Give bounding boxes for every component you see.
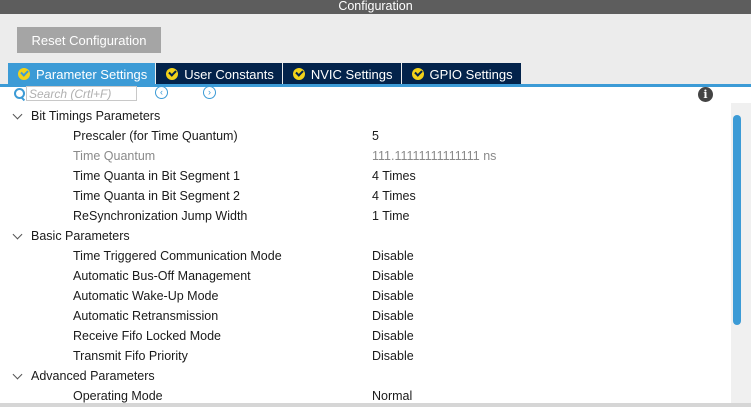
param-name: ReSynchronization Jump Width: [73, 209, 248, 223]
chevron-down-icon[interactable]: [12, 369, 23, 380]
param-row[interactable]: Automatic Bus-Off Management Disable: [0, 266, 730, 286]
param-row[interactable]: ReSynchronization Jump Width 1 Time: [0, 206, 730, 226]
tab-label: GPIO Settings: [429, 66, 513, 82]
bottom-border: [0, 403, 751, 407]
search-icon: [14, 88, 25, 99]
param-name: Automatic Retransmission: [73, 309, 219, 323]
search-row: ‹ ›: [0, 86, 751, 103]
group-title: Basic Parameters: [31, 229, 130, 243]
param-name: Automatic Wake-Up Mode: [73, 289, 219, 303]
parameter-tree: Bit Timings Parameters Prescaler (for Ti…: [0, 106, 730, 407]
param-name: Prescaler (for Time Quantum): [73, 129, 238, 143]
param-row[interactable]: Automatic Retransmission Disable: [0, 306, 730, 326]
info-icon[interactable]: i: [698, 87, 713, 102]
param-name: Time Quantum: [73, 149, 156, 163]
param-row[interactable]: Time Quanta in Bit Segment 1 4 Times: [0, 166, 730, 186]
param-value[interactable]: Disable: [372, 326, 414, 346]
param-value[interactable]: 5: [372, 126, 379, 146]
check-icon: [18, 68, 30, 80]
next-match-icon[interactable]: ›: [203, 86, 216, 99]
param-value[interactable]: Disable: [372, 306, 414, 326]
param-name: Time Quanta in Bit Segment 1: [73, 169, 240, 183]
param-row[interactable]: Time Triggered Communication Mode Disabl…: [0, 246, 730, 266]
tab-label: Parameter Settings: [36, 66, 148, 82]
tab-user-constants[interactable]: User Constants: [156, 63, 282, 85]
chevron-down-icon[interactable]: [12, 109, 23, 120]
param-name: Receive Fifo Locked Mode: [73, 329, 221, 343]
param-name: Time Triggered Communication Mode: [73, 249, 282, 263]
check-icon: [166, 68, 179, 80]
group-advanced[interactable]: Advanced Parameters: [0, 366, 730, 386]
scrollbar-thumb[interactable]: [733, 115, 741, 325]
group-basic[interactable]: Basic Parameters: [0, 226, 730, 246]
param-row[interactable]: Transmit Fifo Priority Disable: [0, 346, 730, 366]
tab-label: User Constants: [184, 66, 274, 82]
check-icon: [411, 68, 424, 80]
param-value[interactable]: Disable: [372, 266, 414, 286]
tab-label: NVIC Settings: [310, 66, 393, 82]
window-title: Configuration: [0, 0, 751, 14]
check-icon: [292, 68, 305, 80]
param-value[interactable]: Disable: [372, 246, 414, 266]
param-value[interactable]: 4 Times: [372, 186, 416, 206]
param-row[interactable]: Receive Fifo Locked Mode Disable: [0, 326, 730, 346]
param-value: 111.11111111111111 ns: [372, 149, 497, 163]
search-input[interactable]: [26, 86, 137, 101]
param-row: Time Quantum 111.11111111111111 ns: [0, 146, 730, 166]
tab-parameter-settings[interactable]: Parameter Settings: [8, 63, 156, 85]
previous-match-icon[interactable]: ‹: [155, 86, 168, 99]
chevron-down-icon[interactable]: [12, 229, 23, 240]
group-title: Bit Timings Parameters: [31, 109, 161, 123]
group-title: Advanced Parameters: [31, 369, 155, 383]
param-value[interactable]: 4 Times: [372, 166, 416, 186]
param-name: Transmit Fifo Priority: [73, 349, 188, 363]
tab-bar: Parameter Settings User Constants NVIC S…: [8, 63, 522, 85]
param-value[interactable]: 1 Time: [372, 206, 410, 226]
param-name: Automatic Bus-Off Management: [73, 269, 251, 283]
param-value[interactable]: Disable: [372, 286, 414, 306]
param-row[interactable]: Time Quanta in Bit Segment 2 4 Times: [0, 186, 730, 206]
tab-nvic-settings[interactable]: NVIC Settings: [282, 63, 401, 85]
param-name: Time Quanta in Bit Segment 2: [73, 189, 240, 203]
param-row[interactable]: Prescaler (for Time Quantum) 5: [0, 126, 730, 146]
param-row[interactable]: Automatic Wake-Up Mode Disable: [0, 286, 730, 306]
group-bit-timings[interactable]: Bit Timings Parameters: [0, 106, 730, 126]
tab-gpio-settings[interactable]: GPIO Settings: [401, 63, 521, 85]
param-value[interactable]: Disable: [372, 346, 414, 366]
reset-configuration-button[interactable]: Reset Configuration: [17, 27, 161, 53]
